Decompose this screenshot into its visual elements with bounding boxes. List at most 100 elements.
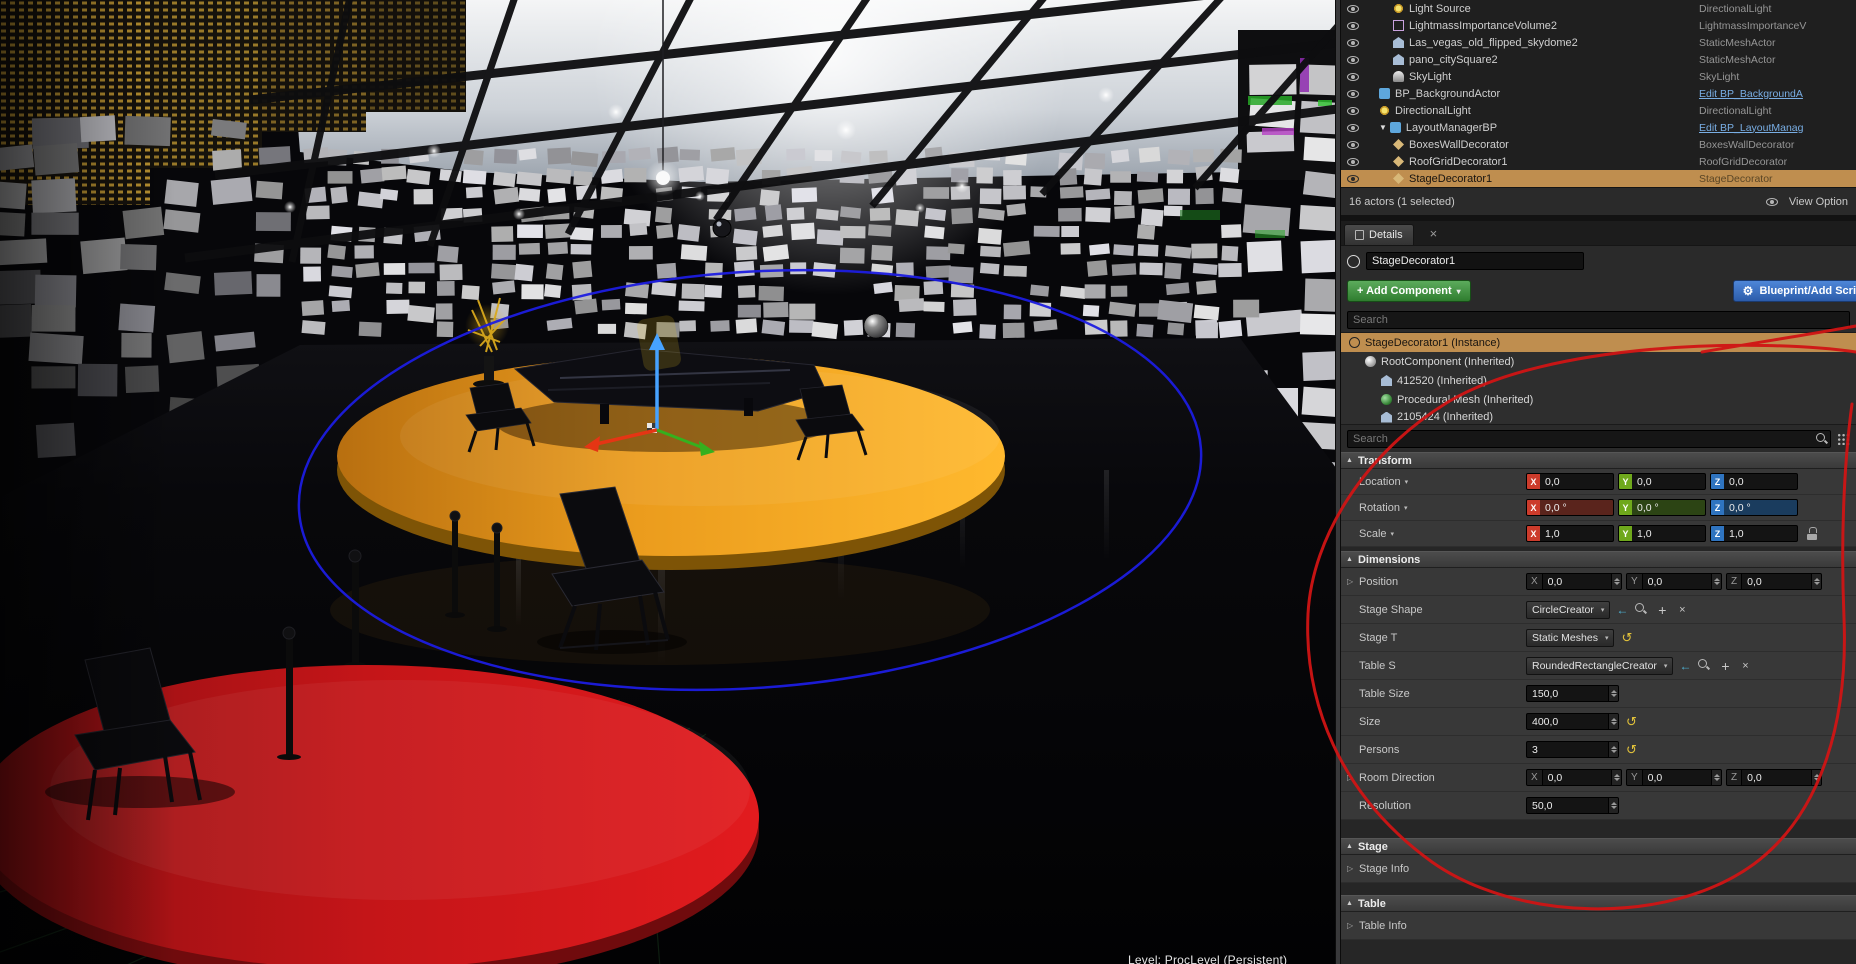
- value-field[interactable]: 150,0: [1526, 685, 1619, 702]
- z-value-field[interactable]: Z0,0 °: [1710, 499, 1798, 516]
- outliner-row-light-source[interactable]: Light SourceDirectionalLight: [1341, 0, 1856, 17]
- expander-icon[interactable]: ▷: [1347, 773, 1359, 782]
- visibility-eye-icon[interactable]: [1347, 175, 1359, 183]
- component-search-input[interactable]: [1347, 311, 1850, 329]
- expander-icon[interactable]: ▷: [1347, 921, 1359, 930]
- reset-to-default-icon[interactable]: ↺: [1626, 743, 1637, 756]
- x-value-field[interactable]: X1,0: [1526, 525, 1614, 542]
- x-value-field[interactable]: X0,0: [1526, 573, 1622, 590]
- z-value-field[interactable]: Z0,0: [1726, 769, 1822, 786]
- section-header-dimensions[interactable]: ▲Dimensions: [1341, 551, 1856, 568]
- y-value-field[interactable]: Y1,0: [1618, 525, 1706, 542]
- visibility-eye-icon[interactable]: [1347, 141, 1359, 149]
- outliner-row-pano-citysquare2[interactable]: pano_citySquare2StaticMeshActor: [1341, 51, 1856, 68]
- dropdown-stage-shape[interactable]: CircleCreator▾: [1526, 601, 1610, 619]
- visibility-eye-icon[interactable]: [1347, 73, 1359, 81]
- x-value-field[interactable]: X0,0: [1526, 473, 1614, 490]
- clear-icon[interactable]: ×: [1674, 602, 1690, 618]
- browse-asset-icon[interactable]: [1697, 658, 1713, 674]
- use-selected-asset-icon[interactable]: ←: [1677, 658, 1693, 674]
- value-spinner[interactable]: [1608, 742, 1618, 757]
- x-value-field[interactable]: X0,0: [1526, 769, 1622, 786]
- component-row-rootcomponent-inherited[interactable]: RootComponent (Inherited): [1341, 352, 1856, 371]
- expander-icon[interactable]: ▼: [1379, 123, 1387, 132]
- section-header-table[interactable]: ▲Table: [1341, 895, 1856, 912]
- y-value-field[interactable]: Y0,0 °: [1618, 499, 1706, 516]
- visibility-eye-icon[interactable]: [1347, 39, 1359, 47]
- blueprint-add-script-button[interactable]: ⚙ Blueprint/Add Scri: [1733, 280, 1856, 302]
- z-value-field[interactable]: Z0,0: [1710, 473, 1798, 490]
- component-row-2105424-inherited[interactable]: 2105424 (Inherited): [1341, 409, 1856, 424]
- visibility-eye-icon[interactable]: [1347, 56, 1359, 64]
- value-spinner[interactable]: [1611, 770, 1621, 785]
- tab-details[interactable]: Details: [1344, 224, 1414, 245]
- view-options-grid-icon[interactable]: [1836, 432, 1850, 445]
- value-field[interactable]: 50,0: [1526, 797, 1619, 814]
- caret-down-icon[interactable]: ▾: [1404, 504, 1408, 512]
- outliner-row-roofgriddecorator1[interactable]: RoofGridDecorator1RoofGridDecorator: [1341, 153, 1856, 170]
- value-spinner[interactable]: [1611, 574, 1621, 589]
- z-value-field[interactable]: Z0,0: [1726, 573, 1822, 590]
- dropdown-stage-t[interactable]: Static Meshes▾: [1526, 629, 1614, 647]
- outliner-row-stagedecorator1[interactable]: StageDecorator1StageDecorator: [1341, 170, 1856, 187]
- y-value-field[interactable]: Y0,0: [1626, 573, 1722, 590]
- clear-icon[interactable]: ×: [1737, 658, 1753, 674]
- y-axis-tab: Y: [1619, 526, 1632, 541]
- x-value-field[interactable]: X0,0 °: [1526, 499, 1614, 516]
- use-selected-asset-icon[interactable]: ←: [1614, 602, 1630, 618]
- y-value-field[interactable]: Y0,0: [1618, 473, 1706, 490]
- value-spinner[interactable]: [1711, 574, 1721, 589]
- y-value-field[interactable]: Y0,0: [1626, 769, 1722, 786]
- outliner-row-lightmassimportancevolume2[interactable]: LightmassImportanceVolume2LightmassImpor…: [1341, 17, 1856, 34]
- property-label-text: Stage Info: [1359, 863, 1409, 875]
- visibility-eye-icon[interactable]: [1347, 22, 1359, 30]
- add-component-button[interactable]: + Add Component ▾: [1347, 280, 1471, 302]
- outliner-row-bp-backgroundactor[interactable]: BP_BackgroundActorEdit BP_BackgroundA: [1341, 85, 1856, 102]
- visibility-eye-icon[interactable]: [1347, 158, 1359, 166]
- directional-light-icon: [1379, 105, 1390, 116]
- browse-asset-icon[interactable]: [1634, 602, 1650, 618]
- visibility-eye-icon[interactable]: [1347, 107, 1359, 115]
- value-spinner[interactable]: [1608, 714, 1618, 729]
- expander-icon[interactable]: ▷: [1347, 864, 1359, 873]
- blueprint-icon: [1379, 88, 1390, 99]
- outliner-row-layoutmanagerbp[interactable]: ▼LayoutManagerBPEdit BP_LayoutManag: [1341, 119, 1856, 136]
- component-row-stagedecorator1-instance[interactable]: StageDecorator1 (Instance): [1341, 333, 1856, 352]
- visibility-eye-icon[interactable]: [1347, 5, 1359, 13]
- reset-to-default-icon[interactable]: ↺: [1621, 631, 1632, 644]
- dropdown-table-s[interactable]: RoundedRectangleCreator▾: [1526, 657, 1673, 675]
- viewport-3d[interactable]: Level: ProcLevel (Persistent): [0, 0, 1335, 964]
- value-spinner[interactable]: [1811, 770, 1821, 785]
- add-element-icon[interactable]: +: [1654, 602, 1670, 618]
- outliner-row-boxeswalldecorator[interactable]: BoxesWallDecoratorBoxesWallDecorator: [1341, 136, 1856, 153]
- value-spinner[interactable]: [1608, 798, 1618, 813]
- outliner-row-las-vegas-old-flipped-skydome2[interactable]: Las_vegas_old_flipped_skydome2StaticMesh…: [1341, 34, 1856, 51]
- tab-close-icon[interactable]: ×: [1430, 223, 1438, 244]
- caret-down-icon[interactable]: ▾: [1405, 478, 1409, 486]
- value-spinner[interactable]: [1711, 770, 1721, 785]
- expander-icon[interactable]: ▷: [1347, 577, 1359, 586]
- property-label-text: Stage T: [1359, 632, 1397, 644]
- actor-type-edit-link[interactable]: Edit BP_LayoutManag: [1699, 122, 1804, 134]
- visibility-eye-icon[interactable]: [1347, 124, 1359, 132]
- component-row-412520-inherited[interactable]: 412520 (Inherited): [1341, 371, 1856, 390]
- value-spinner[interactable]: [1608, 686, 1618, 701]
- section-header-transform[interactable]: ▲Transform: [1341, 452, 1856, 469]
- component-row-procedural-mesh-inherited[interactable]: Procedural Mesh (Inherited): [1341, 390, 1856, 409]
- section-header-stage[interactable]: ▲Stage: [1341, 838, 1856, 855]
- z-value-field[interactable]: Z1,0: [1710, 525, 1798, 542]
- visibility-eye-icon[interactable]: [1347, 90, 1359, 98]
- view-options-button[interactable]: View Option: [1764, 196, 1848, 208]
- lock-icon[interactable]: [1807, 527, 1817, 540]
- reset-to-default-icon[interactable]: ↺: [1626, 715, 1637, 728]
- actor-name-input[interactable]: [1366, 252, 1584, 270]
- outliner-row-skylight[interactable]: SkyLightSkyLight: [1341, 68, 1856, 85]
- outliner-row-directionallight[interactable]: DirectionalLightDirectionalLight: [1341, 102, 1856, 119]
- caret-down-icon[interactable]: ▾: [1391, 530, 1395, 538]
- value-spinner[interactable]: [1811, 574, 1821, 589]
- property-search-input[interactable]: [1347, 430, 1831, 448]
- value-field[interactable]: 400,0: [1526, 713, 1619, 730]
- add-element-icon[interactable]: +: [1717, 658, 1733, 674]
- value-field[interactable]: 3: [1526, 741, 1619, 758]
- actor-type-edit-link[interactable]: Edit BP_BackgroundA: [1699, 88, 1803, 100]
